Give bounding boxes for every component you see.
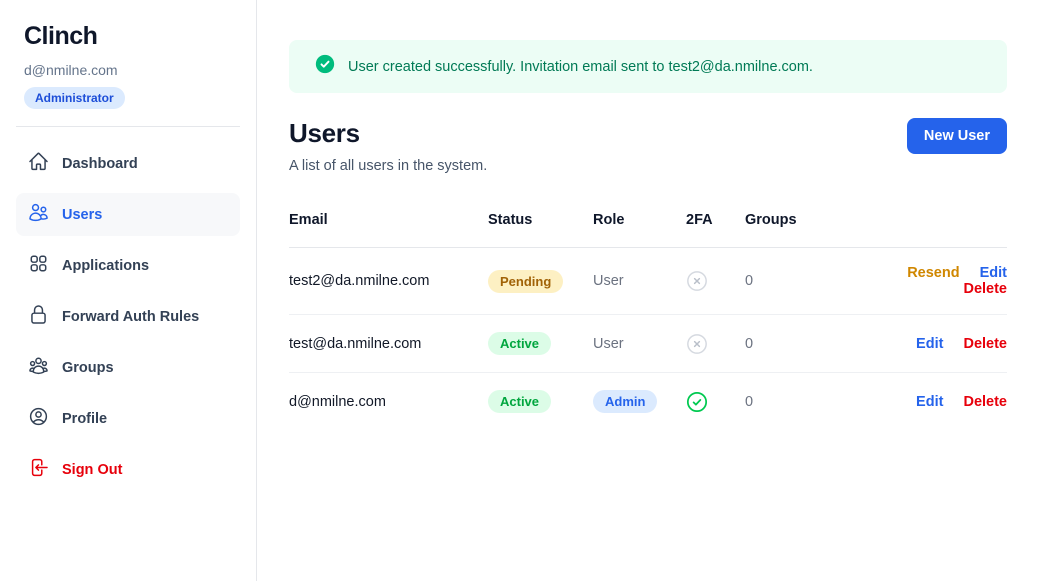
role-badge-admin: Admin xyxy=(593,390,657,413)
status-badge: Pending xyxy=(488,270,563,293)
page-subtitle: A list of all users in the system. xyxy=(289,158,487,174)
table-row: test@da.nmilne.com Active User 0 Edit De… xyxy=(289,315,1007,373)
column-header-status: Status xyxy=(488,204,593,248)
sidebar-item-label: Forward Auth Rules xyxy=(62,309,199,325)
delete-link[interactable]: Delete xyxy=(963,394,1007,410)
current-user-email: d@nmilne.com xyxy=(16,62,240,78)
delete-link[interactable]: Delete xyxy=(963,336,1007,352)
edit-link[interactable]: Edit xyxy=(916,336,943,352)
sidebar-item-applications[interactable]: Applications xyxy=(16,244,240,287)
sidebar-item-label: Users xyxy=(62,207,102,223)
twofa-enabled-icon xyxy=(686,391,745,413)
app-logo: Clinch xyxy=(16,22,240,51)
main-content: User created successfully. Invitation em… xyxy=(257,0,1039,581)
column-header-actions xyxy=(840,204,1007,248)
status-badge: Active xyxy=(488,390,551,413)
user-role-cell: User xyxy=(593,315,686,373)
sidebar-item-label: Dashboard xyxy=(62,156,138,172)
delete-link[interactable]: Delete xyxy=(963,281,1007,297)
sidebar-item-label: Sign Out xyxy=(62,462,122,478)
column-header-groups: Groups xyxy=(745,204,840,248)
users-table: Email Status Role 2FA Groups test2@da.nm… xyxy=(289,204,1007,430)
sidebar-item-label: Groups xyxy=(62,360,114,376)
edit-link[interactable]: Edit xyxy=(980,265,1007,281)
twofa-disabled-icon xyxy=(686,270,745,292)
table-row: d@nmilne.com Active Admin 0 Edit Delete xyxy=(289,373,1007,431)
sidebar-nav: Dashboard Users Applications Forward Aut… xyxy=(16,142,240,491)
sidebar-item-profile[interactable]: Profile xyxy=(16,397,240,440)
page-title: Users xyxy=(289,118,487,149)
column-header-email: Email xyxy=(289,204,488,248)
user-groups-cell: 0 xyxy=(745,373,840,431)
home-icon xyxy=(28,151,49,176)
role-badge: Administrator xyxy=(24,87,125,109)
sidebar-item-label: Profile xyxy=(62,411,107,427)
column-header-2fa: 2FA xyxy=(686,204,745,248)
page-header: Users A list of all users in the system.… xyxy=(289,118,1007,174)
user-role-cell: User xyxy=(593,248,686,315)
user-groups-cell: 0 xyxy=(745,248,840,315)
sidebar-divider xyxy=(16,126,240,127)
column-header-role: Role xyxy=(593,204,686,248)
user-email-cell: test2@da.nmilne.com xyxy=(289,248,488,315)
lock-icon xyxy=(28,304,49,329)
twofa-disabled-icon xyxy=(686,333,745,355)
sidebar-item-forward-auth-rules[interactable]: Forward Auth Rules xyxy=(16,295,240,338)
sidebar-item-groups[interactable]: Groups xyxy=(16,346,240,389)
sign-out-icon xyxy=(28,457,49,482)
table-header-row: Email Status Role 2FA Groups xyxy=(289,204,1007,248)
new-user-button[interactable]: New User xyxy=(907,118,1007,154)
grid-icon xyxy=(28,253,49,278)
resend-link[interactable]: Resend xyxy=(907,265,959,281)
table-row: test2@da.nmilne.com Pending User 0 Resen… xyxy=(289,248,1007,315)
user-groups-cell: 0 xyxy=(745,315,840,373)
user-email-cell: test@da.nmilne.com xyxy=(289,315,488,373)
user-email-cell: d@nmilne.com xyxy=(289,373,488,431)
users-icon xyxy=(28,202,49,227)
edit-link[interactable]: Edit xyxy=(916,394,943,410)
check-circle-icon xyxy=(315,54,335,79)
user-circle-icon xyxy=(28,406,49,431)
status-badge: Active xyxy=(488,332,551,355)
sidebar-item-dashboard[interactable]: Dashboard xyxy=(16,142,240,185)
sidebar-item-sign-out[interactable]: Sign Out xyxy=(16,448,240,491)
user-group-icon xyxy=(28,355,49,380)
success-banner-message: User created successfully. Invitation em… xyxy=(348,59,813,75)
success-banner: User created successfully. Invitation em… xyxy=(289,40,1007,93)
sidebar-item-users[interactable]: Users xyxy=(16,193,240,236)
sidebar: Clinch d@nmilne.com Administrator Dashbo… xyxy=(0,0,257,581)
sidebar-item-label: Applications xyxy=(62,258,149,274)
